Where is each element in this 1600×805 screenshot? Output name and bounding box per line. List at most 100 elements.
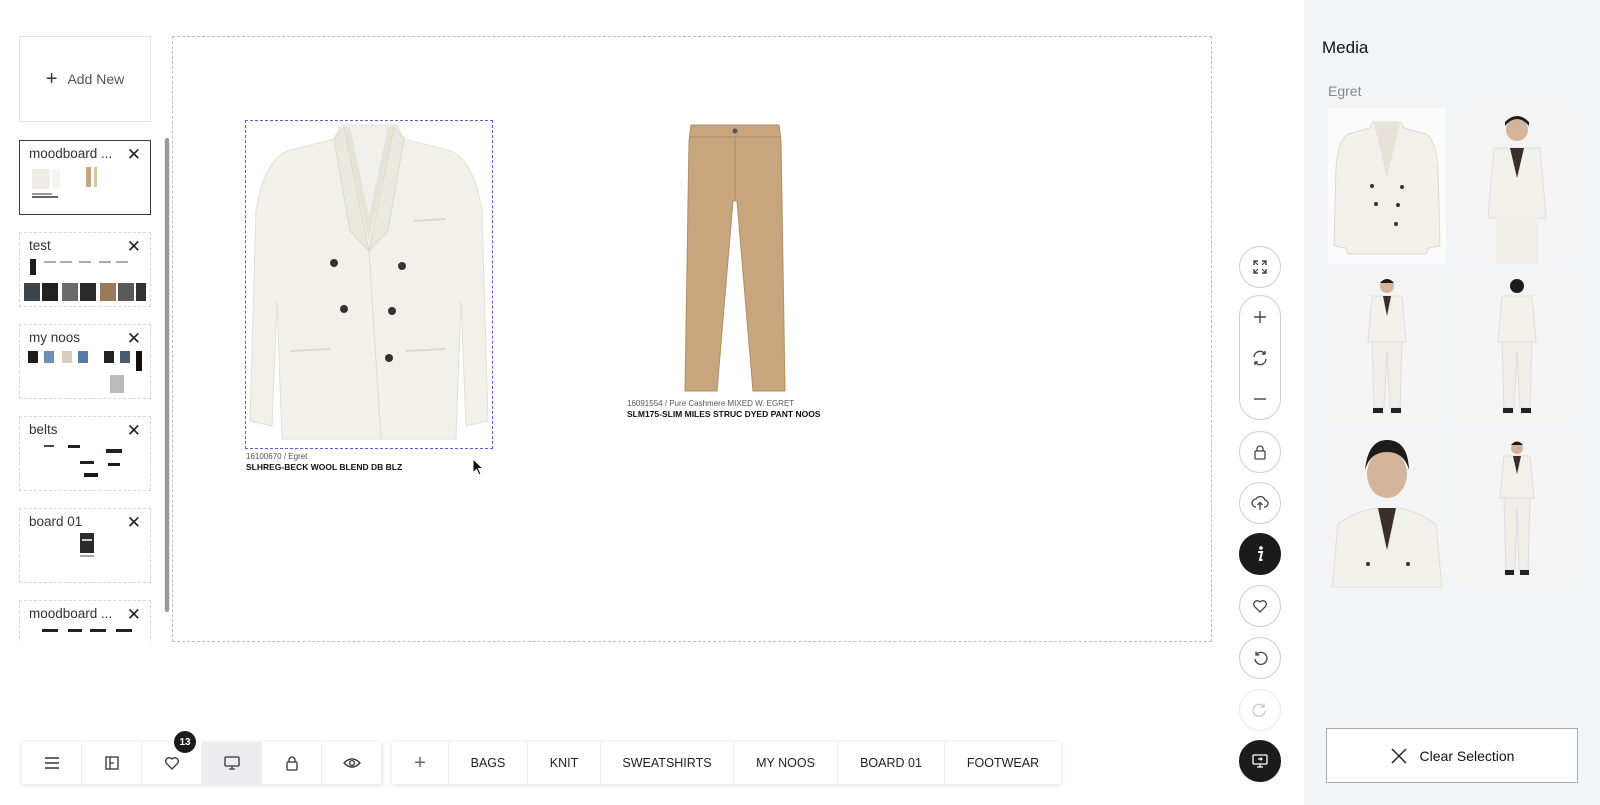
board-thumbnail: [24, 259, 146, 301]
media-image[interactable]: [1458, 108, 1576, 264]
board-title: moodboard ...: [29, 606, 113, 621]
clear-selection-label: Clear Selection: [1419, 747, 1515, 764]
product-name: SLHREG-BECK WOOL BLEND DB BLZ: [246, 462, 403, 472]
media-image[interactable]: [1458, 270, 1576, 426]
board-title: board 01: [29, 514, 83, 529]
upload-cloud-icon: [1251, 495, 1269, 510]
tab-footwear[interactable]: FOOTWEAR: [945, 742, 1061, 784]
board-thumbnail: [44, 445, 122, 477]
board-tabs: + BAGS KNIT SWEATSHIRTS MY NOOS BOARD 01…: [392, 742, 1061, 784]
redo-button[interactable]: [1239, 689, 1281, 731]
zoom-controls: [1239, 295, 1281, 420]
mouse-cursor-icon: [472, 458, 484, 476]
model-closeup-image: [1328, 432, 1446, 588]
model-full-back-image: [1458, 270, 1576, 426]
tab-knit[interactable]: KNIT: [528, 742, 601, 784]
fullscreen-icon: [1253, 260, 1267, 274]
undo-icon: [1254, 651, 1268, 665]
fullscreen-button[interactable]: [1239, 246, 1281, 288]
preview-button[interactable]: [322, 742, 382, 784]
pants-image: [684, 124, 786, 392]
view-toolbar: 13: [22, 731, 382, 784]
product-card-pants[interactable]: 16091554 / Pure Cashmere MIXED W. EGRET …: [627, 121, 827, 421]
lock-icon: [1254, 445, 1266, 460]
favorite-button[interactable]: [1239, 585, 1281, 627]
board-list: moodboard ... ✕ test ✕ my noos ✕ belts ✕: [19, 140, 151, 642]
undo-button[interactable]: [1239, 637, 1281, 679]
board-item[interactable]: moodboard ... ✕: [19, 140, 151, 215]
eye-icon: [342, 758, 361, 768]
add-new-board-button[interactable]: + Add New: [19, 36, 151, 122]
media-title: Media: [1322, 38, 1369, 57]
product-name: SLM175-SLIM MILES STRUC DYED PANT NOOS: [627, 409, 821, 419]
board-title: test: [29, 238, 51, 253]
media-image[interactable]: [1328, 270, 1446, 426]
media-image[interactable]: [1328, 432, 1446, 588]
info-icon: [1258, 546, 1264, 561]
lock-button[interactable]: [1239, 431, 1281, 473]
board-item[interactable]: moodboard ... ✕: [19, 600, 151, 642]
product-card-blazer[interactable]: 16100670 / Egret SLHREG-BECK WOOL BLEND …: [245, 120, 493, 472]
blazer-image: [249, 124, 489, 440]
zoom-in-icon: [1254, 311, 1266, 323]
monitor-icon: [223, 756, 240, 770]
product-meta: 16091554 / Pure Cashmere MIXED W. EGRET: [627, 399, 795, 408]
media-panel: Media Egret Clear Selection: [1304, 0, 1600, 805]
product-meta: 16100670 / Egret: [246, 452, 308, 461]
tab-sweatshirts[interactable]: SWEATSHIRTS: [601, 742, 734, 784]
menu-button[interactable]: [22, 742, 82, 784]
product-image-pants[interactable]: [683, 121, 787, 395]
lock-icon: [285, 756, 298, 771]
heart-icon: [164, 757, 179, 770]
close-icon[interactable]: ✕: [127, 330, 141, 347]
close-icon[interactable]: ✕: [127, 606, 141, 623]
board-item[interactable]: my noos ✕: [19, 324, 151, 399]
boards-button[interactable]: [82, 742, 142, 784]
model-front-image: [1458, 108, 1576, 264]
model-full-pose-image: [1458, 432, 1576, 588]
board-item[interactable]: board 01 ✕: [19, 508, 151, 583]
close-icon[interactable]: ✕: [127, 422, 141, 439]
info-button[interactable]: [1239, 533, 1281, 575]
close-icon: [1391, 747, 1407, 764]
present-icon: [1252, 754, 1268, 768]
present-button[interactable]: [1239, 740, 1281, 782]
reset-zoom-button[interactable]: [1240, 338, 1280, 378]
heart-icon: [1253, 600, 1267, 613]
tab-board-01[interactable]: BOARD 01: [838, 742, 945, 784]
board-list-scrollbar-thumb[interactable]: [165, 138, 169, 612]
board-item[interactable]: test ✕: [19, 232, 151, 307]
board-thumbnail: [28, 351, 142, 393]
zoom-in-button[interactable]: [1240, 297, 1280, 337]
clear-selection-button[interactable]: Clear Selection: [1326, 728, 1578, 783]
media-image[interactable]: [1458, 432, 1576, 588]
tab-bags[interactable]: BAGS: [449, 742, 528, 784]
product-image-blazer[interactable]: [245, 120, 493, 449]
board-title: moodboard ...: [29, 146, 113, 161]
board-thumbnail: [32, 167, 97, 198]
close-icon[interactable]: ✕: [127, 514, 141, 531]
hamburger-menu-icon: [44, 757, 59, 769]
upload-button[interactable]: [1239, 482, 1281, 524]
moodboard-canvas[interactable]: 16100670 / Egret SLHREG-BECK WOOL BLEND …: [172, 36, 1212, 642]
board-thumbnail: [80, 533, 94, 557]
board-title: my noos: [29, 330, 81, 345]
add-tab-button[interactable]: +: [392, 742, 449, 784]
redo-icon: [1252, 703, 1266, 717]
board-item[interactable]: belts ✕: [19, 416, 151, 491]
lock-toolbar-button[interactable]: [262, 742, 322, 784]
reset-zoom-icon: [1253, 350, 1267, 366]
zoom-out-icon: [1254, 398, 1266, 400]
add-new-label: Add New: [67, 71, 125, 87]
favorites-count-badge: 13: [174, 731, 196, 753]
model-full-front-image: [1328, 270, 1446, 426]
media-image[interactable]: [1328, 108, 1446, 264]
plus-icon: +: [414, 751, 426, 774]
close-icon[interactable]: ✕: [127, 238, 141, 255]
board-layout-icon: [104, 756, 119, 770]
close-icon[interactable]: ✕: [127, 146, 141, 163]
board-thumbnail: [42, 629, 132, 632]
tab-my-noos[interactable]: MY NOOS: [734, 742, 838, 784]
display-button[interactable]: [202, 742, 262, 784]
zoom-out-button[interactable]: [1240, 379, 1280, 419]
